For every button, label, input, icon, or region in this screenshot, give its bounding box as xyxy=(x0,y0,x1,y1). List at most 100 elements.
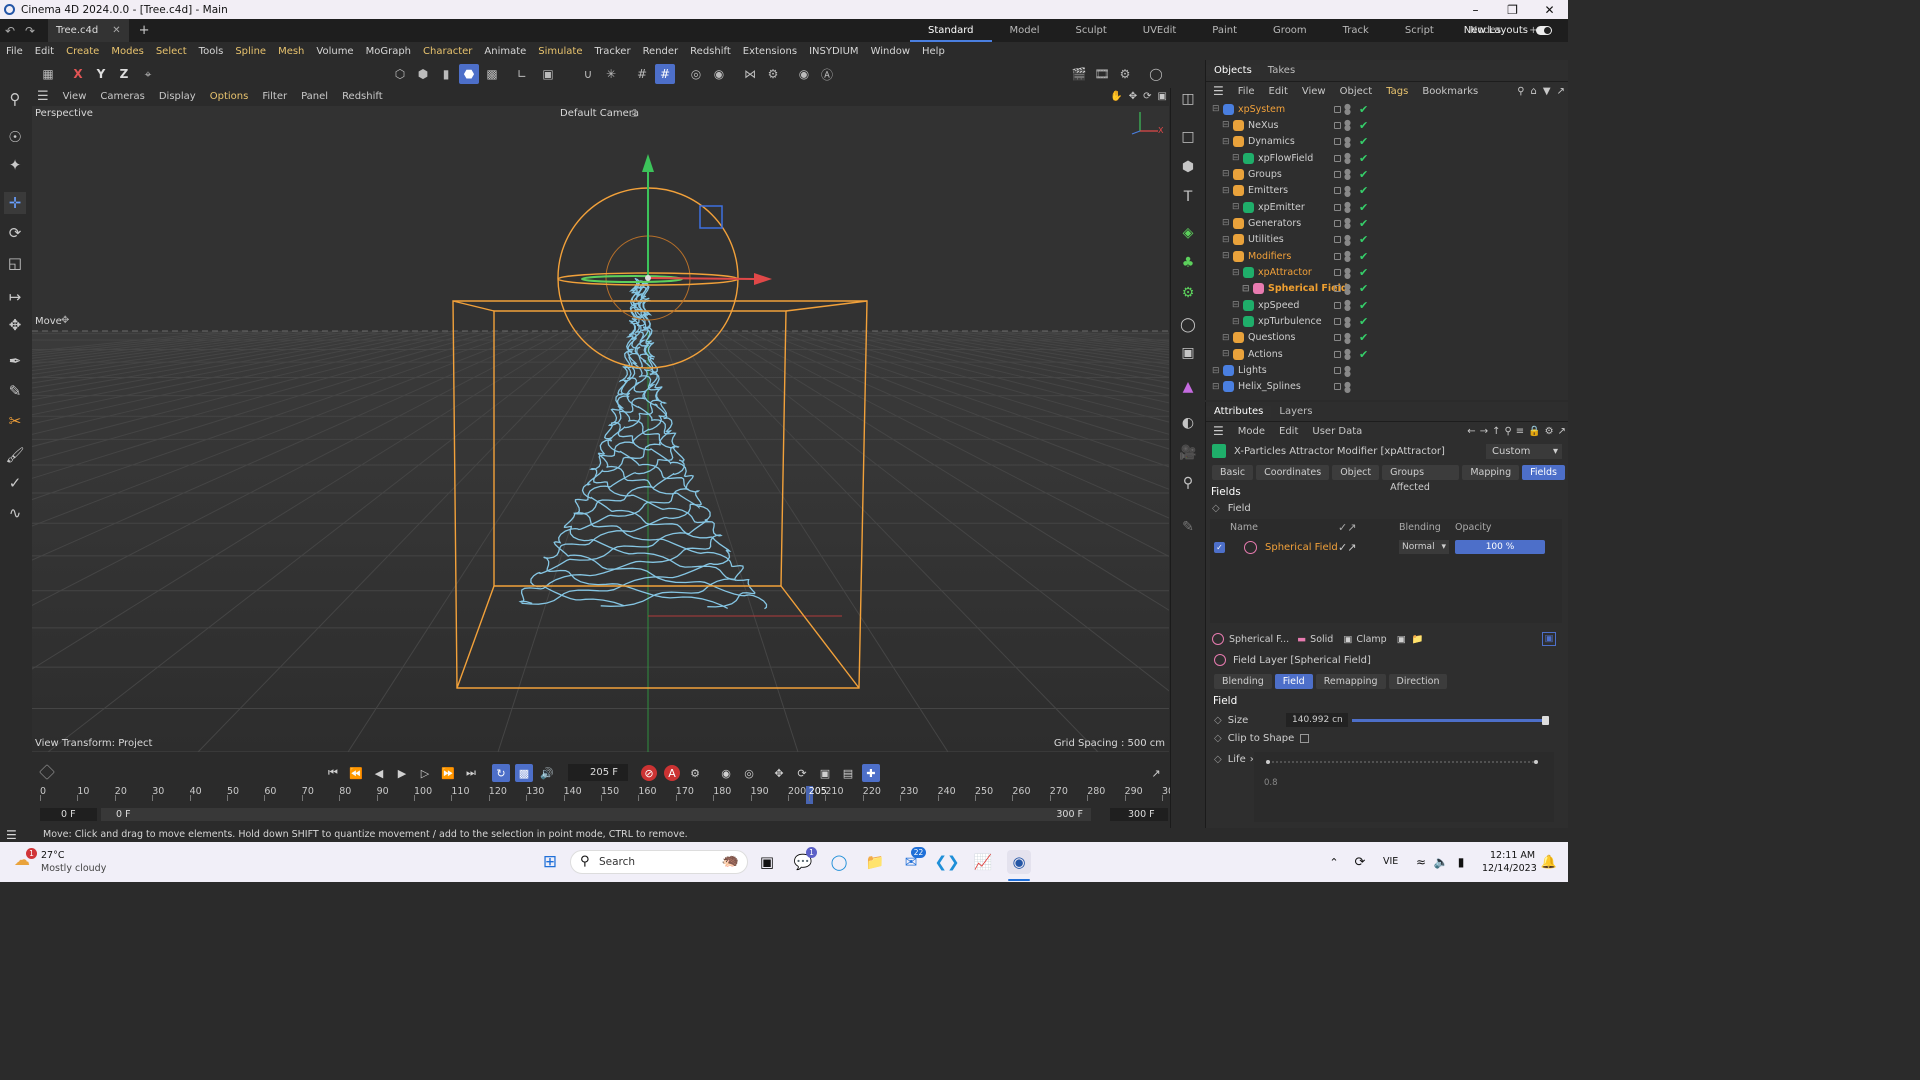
clock-time[interactable]: 12:11 AM xyxy=(1490,850,1535,861)
end-frame-field[interactable]: 300 F xyxy=(1110,808,1168,821)
transfer-tool-icon[interactable]: ↦ xyxy=(4,286,26,308)
enabled-check-icon[interactable]: ✔ xyxy=(1359,201,1368,214)
expand-toggle-icon[interactable]: ⊟ xyxy=(1232,300,1241,310)
object-row[interactable]: ⊟ Modifiers ● ● ✔ xyxy=(1222,248,1368,264)
render-visibility-icon[interactable]: ● ● xyxy=(1344,348,1351,361)
enabled-check-icon[interactable]: ✔ xyxy=(1359,282,1368,295)
parameter-key-icon[interactable]: ▤ xyxy=(839,764,857,782)
editor-visibility-icon[interactable] xyxy=(1334,138,1341,146)
live-selection-icon[interactable]: ☉ xyxy=(4,126,26,148)
vscode-icon[interactable]: ❮❯ xyxy=(934,850,959,874)
forward-arrow-icon[interactable]: → xyxy=(1478,426,1490,437)
editor-visibility-icon[interactable] xyxy=(1334,170,1341,178)
object-flags[interactable]: ● ● xyxy=(1334,364,1351,377)
tab-layers[interactable]: Layers xyxy=(1271,406,1320,417)
object-flags[interactable]: ● ● ✔ xyxy=(1334,233,1368,246)
preset-dropdown[interactable]: Custom ▾ xyxy=(1486,443,1562,459)
add-tab-button[interactable]: + xyxy=(139,23,150,38)
render-visibility-icon[interactable]: ● ● xyxy=(1344,217,1351,230)
editor-visibility-icon[interactable] xyxy=(1334,203,1341,211)
layout-groom[interactable]: Groom xyxy=(1255,19,1325,42)
menu-mesh[interactable]: Mesh xyxy=(272,46,310,57)
render-visibility-icon[interactable]: ● ● xyxy=(1344,331,1351,344)
points-mode-icon[interactable]: ⬡ xyxy=(390,64,410,84)
object-row[interactable]: ⊟ NeXus ● ● ✔ xyxy=(1222,117,1368,133)
perspective-viewport[interactable]: Perspective Default Camera ⎙ Move ✥ X Vi… xyxy=(32,106,1169,752)
active-camera-label[interactable]: Default Camera xyxy=(560,108,639,119)
previous-key-icon[interactable]: ⏪ xyxy=(347,764,365,782)
layout-sculpt[interactable]: Sculpt xyxy=(1058,19,1125,42)
layout-track[interactable]: Track xyxy=(1325,19,1387,42)
menu-animate[interactable]: Animate xyxy=(478,46,532,57)
expand-toggle-icon[interactable]: ⊟ xyxy=(1222,349,1231,359)
menu-create[interactable]: Create xyxy=(60,46,105,57)
previous-frame-icon[interactable]: ◀ xyxy=(370,764,388,782)
objects-menu-bookmarks[interactable]: Bookmarks xyxy=(1415,86,1485,97)
object-row[interactable]: ⊟ xpEmitter ● ● ✔ xyxy=(1232,199,1368,215)
layout-model[interactable]: Model xyxy=(992,19,1058,42)
object-flags[interactable]: ● ● ✔ xyxy=(1334,135,1368,148)
objects-filter-icon[interactable]: ▼ xyxy=(1540,86,1554,97)
enabled-check-icon[interactable]: ✔ xyxy=(1359,250,1368,263)
generator-icon[interactable]: ◈ xyxy=(1177,222,1199,244)
render-visibility-icon[interactable]: ● ● xyxy=(1344,380,1351,393)
edges-mode-icon[interactable]: ⬢ xyxy=(413,64,433,84)
play-icon[interactable]: ▶ xyxy=(393,764,411,782)
object-flags[interactable]: ● ● ✔ xyxy=(1334,282,1368,295)
attributes-menu-edit[interactable]: Edit xyxy=(1272,426,1305,437)
attributes-filter-icon[interactable]: ≡ xyxy=(1514,426,1526,437)
render-visibility-icon[interactable]: ● ● xyxy=(1344,266,1351,279)
toggle-view-layout-icon[interactable]: ▣ xyxy=(1155,91,1170,102)
object-row[interactable]: ⊟ xpAttractor ● ● ✔ xyxy=(1232,265,1368,281)
render-visibility-icon[interactable]: ● ● xyxy=(1344,152,1351,165)
editor-visibility-icon[interactable] xyxy=(1334,105,1341,113)
symmetry-settings-icon[interactable]: ⚙ xyxy=(763,64,783,84)
redshift-render-icon[interactable]: ◯ xyxy=(1146,64,1166,84)
rotate-tool-icon[interactable]: ⟳ xyxy=(4,222,26,244)
object-row[interactable]: ⊟ xpTurbulence ● ● ✔ xyxy=(1232,314,1368,330)
object-manager-icon[interactable]: ▦ xyxy=(38,64,58,84)
viewport-menu-panel[interactable]: Panel xyxy=(294,91,335,102)
render-view-icon[interactable]: 🎬 xyxy=(1069,64,1089,84)
sync-icon[interactable]: ⟳ xyxy=(1348,850,1372,874)
scale-tool-icon[interactable]: ◱ xyxy=(4,252,26,274)
object-row[interactable]: ⊟ xpFlowField ● ● ✔ xyxy=(1232,150,1368,166)
object-row[interactable]: ⊟ Emitters ● ● ✔ xyxy=(1222,183,1368,199)
cube-object-icon[interactable]: ◫ xyxy=(1177,88,1199,110)
polygons-mode-icon[interactable]: ▮ xyxy=(436,64,456,84)
object-row[interactable]: ⊟ xpSpeed ● ● ✔ xyxy=(1232,297,1368,313)
status-menu-icon[interactable]: ☰ xyxy=(6,828,17,842)
render-visibility-icon[interactable]: ● ● xyxy=(1344,103,1351,116)
battery-icon[interactable]: ▮ xyxy=(1449,850,1473,874)
scale-key-icon[interactable]: ▣ xyxy=(816,764,834,782)
layer-tab-remapping[interactable]: Remapping xyxy=(1315,673,1386,689)
weather-temp[interactable]: 27°C xyxy=(41,850,64,861)
expand-toggle-icon[interactable]: ⊟ xyxy=(1222,218,1231,228)
expand-toggle-icon[interactable]: ⊟ xyxy=(1222,186,1231,196)
taskbar-search-box[interactable]: ⚲ Search 🦔 xyxy=(570,850,748,874)
performance-monitor-icon[interactable]: 📈 xyxy=(971,850,995,874)
viewport-menu-options[interactable]: Options xyxy=(203,91,256,102)
menu-render[interactable]: Render xyxy=(637,46,685,57)
preview-range-icon[interactable]: ▩ xyxy=(515,764,533,782)
go-to-start-icon[interactable]: ⏮ xyxy=(324,764,342,782)
render-visibility-icon[interactable]: ● ● xyxy=(1344,250,1351,263)
expand-toggle-icon[interactable]: ⊟ xyxy=(1222,169,1231,179)
knife-tool-icon[interactable]: ✂ xyxy=(4,410,26,432)
deformer-icon[interactable]: ◯ xyxy=(1177,314,1199,336)
clamp-layer-button[interactable]: Clamp xyxy=(1356,634,1386,645)
cloner-icon[interactable]: ♣ xyxy=(1177,252,1199,274)
object-row[interactable]: ⊟ Helix_Splines ● ● xyxy=(1212,379,1351,395)
move-tool-icon[interactable]: ✛ xyxy=(4,192,26,214)
size-key-icon[interactable]: ◇ xyxy=(1214,715,1222,726)
objects-new-window-icon[interactable]: ↗ xyxy=(1554,86,1568,97)
expand-toggle-icon[interactable]: ⊟ xyxy=(1232,317,1241,327)
layer-name[interactable]: Spherical F... xyxy=(1229,634,1289,645)
life-curve-graph[interactable]: 0.8 xyxy=(1254,752,1554,822)
coordinate-system-icon[interactable]: ⌖ xyxy=(138,64,158,84)
editor-visibility-icon[interactable] xyxy=(1334,269,1341,276)
objects-menu-file[interactable]: File xyxy=(1231,86,1262,97)
editor-visibility-icon[interactable] xyxy=(1334,219,1341,227)
enabled-check-icon[interactable]: ✔ xyxy=(1359,348,1368,361)
blending-dropdown[interactable]: Normal ▾ xyxy=(1399,540,1449,554)
